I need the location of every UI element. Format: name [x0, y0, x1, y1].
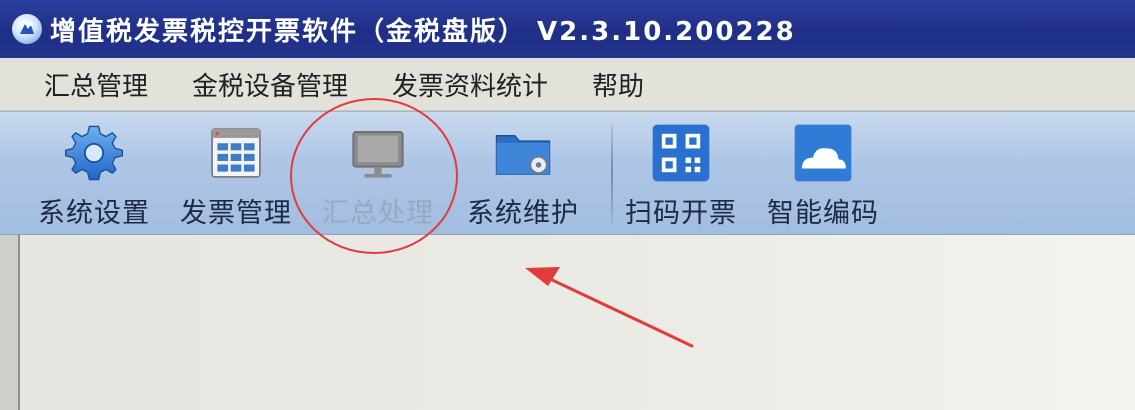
menu-tax-device-management[interactable]: 金税设备管理 [192, 66, 348, 103]
menu-summary-management[interactable]: 汇总管理 [44, 66, 148, 103]
system-maintenance-label: 系统维护 [467, 198, 579, 229]
main-content-area [18, 235, 1135, 410]
application-window: 增值税发票税控开票软件（金税盘版） V2.3.10.200228 汇总管理 金税… [0, 0, 1135, 410]
window-title: 增值税发票税控开票软件（金税盘版） V2.3.10.200228 [50, 16, 796, 47]
toolbar-separator [611, 124, 613, 224]
toolbar: 系统设置 发票管理 汇总处理 系统维护 扫码开票 智能编码 [0, 111, 1135, 236]
title-bar: 增值税发票税控开票软件（金税盘版） V2.3.10.200228 [0, 0, 1135, 58]
menu-invoice-statistics[interactable]: 发票资料统计 [392, 66, 548, 103]
left-border [0, 235, 18, 410]
cloud-icon [788, 120, 858, 185]
system-settings-button[interactable]: 系统设置 [38, 120, 150, 230]
qr-code-icon [646, 120, 716, 185]
app-logo-icon [12, 14, 42, 44]
scan-invoice-button[interactable]: 扫码开票 [625, 120, 737, 230]
scan-invoice-label: 扫码开票 [625, 198, 737, 229]
smart-coding-label: 智能编码 [767, 198, 879, 229]
menu-bar: 汇总管理 金税设备管理 发票资料统计 帮助 [0, 58, 1135, 111]
annotation-highlight-circle [290, 98, 458, 254]
invoice-management-button[interactable]: 发票管理 [180, 120, 292, 230]
smart-coding-button[interactable]: 智能编码 [767, 120, 879, 230]
menu-help[interactable]: 帮助 [592, 66, 644, 103]
grid-window-icon [201, 120, 271, 185]
folder-gear-icon [488, 120, 558, 185]
gear-icon [59, 120, 129, 185]
system-settings-label: 系统设置 [38, 198, 150, 229]
system-maintenance-button[interactable]: 系统维护 [467, 120, 579, 230]
invoice-management-label: 发票管理 [180, 198, 292, 229]
